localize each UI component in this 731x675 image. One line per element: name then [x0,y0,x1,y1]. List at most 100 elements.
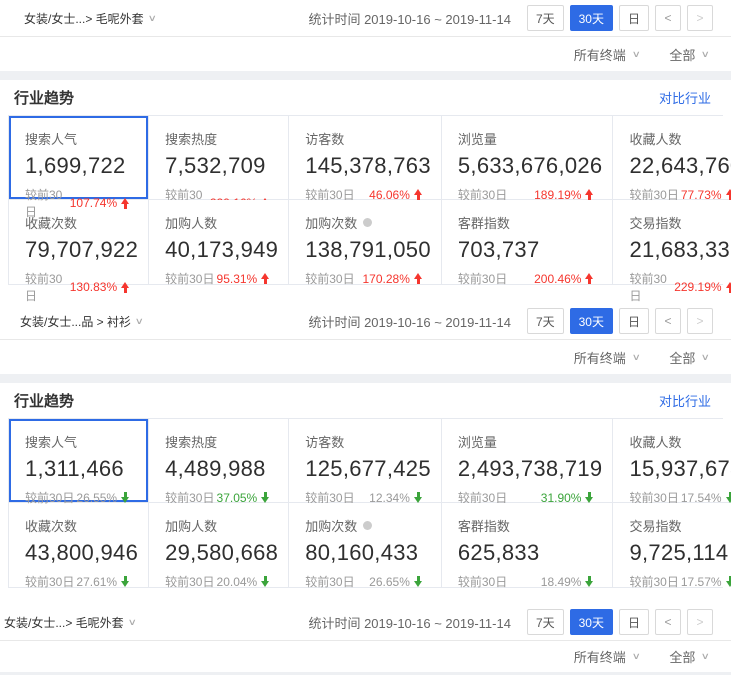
metric-label: 交易指数 [629,516,681,535]
compare-industry-link[interactable]: 对比行业 [659,391,711,410]
chevron-down-icon: ∨ [631,49,640,60]
metric-label: 浏览量 [458,432,497,451]
range-7d-button[interactable]: 7天 [527,308,564,334]
range-day-button[interactable]: 日 [619,5,649,31]
metric-value: 145,378,763 [305,153,431,179]
metric-label: 搜索人气 [25,129,77,148]
metric-card[interactable]: 访客数 125,677,425 较前30日 12.34% [289,419,442,503]
trend-arrow-icon [585,189,594,200]
metric-card[interactable]: 交易指数 9,725,114 较前30日 17.57% [613,503,731,587]
chevron-right-icon[interactable]: > [687,308,713,334]
metric-card[interactable]: 收藏人数 15,937,673 较前30日 17.54% [613,419,731,503]
chevron-right-icon[interactable]: > [687,609,713,635]
trend-arrow-icon [121,282,130,293]
metric-compare-row: 较前30日 18.49% [458,573,603,590]
metric-label: 加购人数 [165,516,217,535]
metric-value: 79,707,922 [25,237,138,263]
compare-period-label: 较前30日 [165,573,214,590]
pct-change: 170.28% [363,272,410,286]
range-30d-button[interactable]: 30天 [570,308,613,334]
pct-change: 200.46% [534,272,581,286]
metric-compare-row: 较前30日 107.74% [25,186,138,220]
info-dot-icon [363,218,372,227]
metric-label-row: 加购人数 [165,213,278,232]
range-30d-button[interactable]: 30天 [570,5,613,31]
metric-compare-row: 较前30日 170.28% [305,270,431,287]
chevron-down-icon: ∨ [701,651,710,662]
metric-label: 收藏人数 [629,432,681,451]
breadcrumb[interactable]: 女装/女士...> 毛呢外套 ∨ [4,614,135,631]
compare-period-label: 较前30日 [629,270,674,304]
metric-card[interactable]: 浏览量 5,633,676,026 较前30日 189.19% [442,116,614,200]
metric-card[interactable]: 收藏人数 22,643,760 较前30日 77.73% [613,116,731,200]
metric-card[interactable]: 客群指数 703,737 较前30日 200.46% [442,200,614,284]
scope-filter-dropdown[interactable]: 全部 ∨ [669,647,709,666]
info-dot-icon [363,521,372,530]
metric-compare-row: 较前30日 26.65% [305,573,431,590]
compare-period-label: 较前30日 [25,573,74,590]
range-group: 7天 30天 日 < > [527,609,713,635]
compare-period-label: 较前30日 [25,489,74,506]
trend-arrow-icon [261,492,270,503]
compare-period-label: 较前30日 [629,573,678,590]
range-day-button[interactable]: 日 [619,308,649,334]
metric-value: 1,311,466 [25,456,138,482]
compare-industry-link[interactable]: 对比行业 [659,88,711,107]
metric-card[interactable]: 收藏次数 43,800,946 较前30日 27.61% [9,503,149,587]
section-header-bottom: 女装/女士...> 毛呢外套 ∨ 统计时间 2019-10-16 ~ 2019-… [0,604,731,675]
metric-compare-row: 较前30日 200.46% [458,270,603,287]
metric-compare-row: 较前30日 95.31% [165,270,278,287]
metric-label: 交易指数 [629,213,681,232]
chevron-left-icon[interactable]: < [655,5,681,31]
metric-card[interactable]: 加购次数 138,791,050 较前30日 170.28% [289,200,442,284]
chevron-left-icon[interactable]: < [655,308,681,334]
metric-card[interactable]: 客群指数 625,833 较前30日 18.49% [442,503,614,587]
metric-value: 125,677,425 [305,456,431,482]
range-30d-button[interactable]: 30天 [570,609,613,635]
metric-value: 80,160,433 [305,540,431,566]
breadcrumb[interactable]: 女装/女士...> 毛呢外套 ∨ [24,10,155,27]
range-7d-button[interactable]: 7天 [527,609,564,635]
scope-filter-dropdown[interactable]: 全部 ∨ [669,348,709,367]
metric-label: 加购次数 [305,213,357,232]
metric-label-row: 搜索人气 [25,432,138,451]
metric-card[interactable]: 搜索热度 7,532,709 较前30日 229.16% [149,116,289,200]
metric-label-row: 浏览量 [458,432,603,451]
metric-card[interactable]: 搜索人气 1,699,722 较前30日 107.74% [9,116,149,200]
metric-card[interactable]: 交易指数 21,683,337 较前30日 229.19% [613,200,731,284]
range-group: 7天 30天 日 < > [527,5,713,31]
compare-period-label: 较前30日 [165,270,214,287]
pct-change: 27.61% [76,575,117,589]
metric-card[interactable]: 加购次数 80,160,433 较前30日 26.65% [289,503,442,587]
chevron-left-icon[interactable]: < [655,609,681,635]
terminal-filter-dropdown[interactable]: 所有终端 ∨ [574,647,640,666]
metric-card[interactable]: 浏览量 2,493,738,719 较前30日 31.90% [442,419,614,503]
metric-card[interactable]: 加购人数 40,173,949 较前30日 95.31% [149,200,289,284]
metric-card[interactable]: 访客数 145,378,763 较前30日 46.06% [289,116,442,200]
metric-label-row: 搜索热度 [165,129,278,148]
range-day-button[interactable]: 日 [619,609,649,635]
terminal-filter-dropdown[interactable]: 所有终端 ∨ [574,45,640,64]
metric-grid: 搜索人气 1,699,722 较前30日 107.74% 搜索热度 [8,115,723,285]
trend-arrow-icon [726,282,731,293]
scope-filter-dropdown[interactable]: 全部 ∨ [669,45,709,64]
terminal-filter-dropdown[interactable]: 所有终端 ∨ [574,348,640,367]
metric-card[interactable]: 搜索人气 1,311,466 较前30日 26.55% [9,419,149,503]
metric-label: 加购人数 [165,213,217,232]
metric-label-row: 加购次数 [305,213,431,232]
metric-compare-row: 较前30日 229.19% [629,270,731,304]
chevron-right-icon[interactable]: > [687,5,713,31]
metric-label-row: 收藏人数 [629,129,731,148]
metric-card[interactable]: 加购人数 29,580,668 较前30日 20.04% [149,503,289,587]
panel-title: 行业趋势 [14,390,74,411]
chevron-down-icon: ∨ [701,49,710,60]
breadcrumb[interactable]: 女装/女士...品 > 衬衫 ∨ [20,313,143,330]
chevron-down-icon: ∨ [701,352,710,363]
metric-value: 5,633,676,026 [458,153,603,179]
metric-label: 收藏次数 [25,516,77,535]
metric-label: 加购次数 [305,516,357,535]
range-7d-button[interactable]: 7天 [527,5,564,31]
metric-label: 访客数 [305,129,344,148]
metric-card[interactable]: 搜索热度 4,489,988 较前30日 37.05% [149,419,289,503]
breadcrumb-text: 女装/女士...> 毛呢外套 [24,10,144,27]
